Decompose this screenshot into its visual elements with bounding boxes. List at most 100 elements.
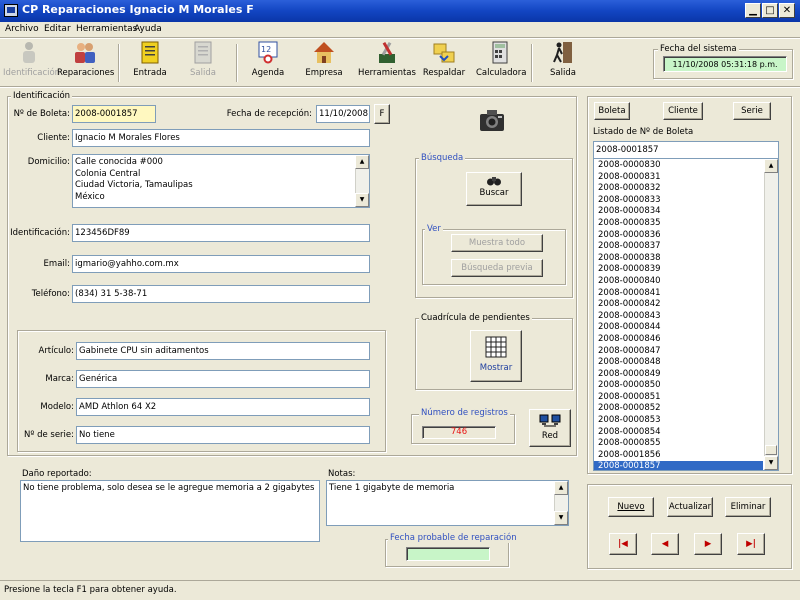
telefono-input[interactable]: (834) 31 5-38-71 (72, 285, 370, 303)
toolbar-label: Salida (190, 68, 216, 78)
toolbar-empresa[interactable]: Empresa (300, 40, 348, 84)
app-icon[interactable] (4, 4, 18, 17)
list-item[interactable]: 2008-0000849 (594, 369, 763, 381)
buscar-button[interactable]: Buscar (466, 172, 522, 206)
fecha-picker-button[interactable]: F (374, 104, 390, 124)
list-item[interactable]: 2008-0000853 (594, 415, 763, 427)
toolbar-label: Herramientas (358, 68, 416, 78)
listbox-scrollbar[interactable] (764, 159, 778, 470)
list-item[interactable]: 2008-0001856 (594, 450, 763, 462)
scroll-down-arrow-icon[interactable]: ▼ (554, 511, 568, 525)
boleta-listbox[interactable]: 2008-0000830 2008-0000831 2008-0000832 2008… (593, 158, 779, 471)
danio-textarea[interactable]: No tiene problema, solo desea se le agre… (20, 480, 320, 542)
list-item[interactable]: 2008-0000832 (594, 183, 763, 195)
marca-input[interactable]: Genérica (76, 370, 370, 388)
nav-previous-button[interactable]: ◀ (651, 533, 679, 555)
nav-next-button[interactable]: ▶ (694, 533, 722, 555)
marca-label: Marca: (45, 374, 74, 384)
email-input[interactable]: igmario@yahho.com.mx (72, 255, 370, 273)
fecha-recepcion-input[interactable]: 11/10/2008 (316, 105, 370, 123)
cliente-input[interactable]: Ignacio M Morales Flores (72, 129, 370, 147)
mostrar-button[interactable]: Mostrar (470, 330, 522, 382)
list-item[interactable]: 2008-0000846 (594, 334, 763, 346)
identificacion-doc-input[interactable]: 123456DF89 (72, 224, 370, 242)
list-item[interactable]: 2008-0000839 (594, 264, 763, 276)
eliminar-button[interactable]: Eliminar (725, 497, 771, 517)
list-item[interactable]: 2008-0000833 (594, 195, 763, 207)
articulo-input[interactable]: Gabinete CPU sin aditamentos (76, 342, 370, 360)
toolbar-salida-disabled[interactable]: Salida (180, 40, 226, 84)
maximize-button[interactable]: □ (762, 3, 778, 18)
list-item[interactable]: 2008-0000844 (594, 322, 763, 334)
toolbar-salida[interactable]: Salida (540, 40, 586, 84)
toolbar-label: Calculadora (476, 68, 527, 78)
list-item[interactable]: 2008-0000840 (594, 276, 763, 288)
scroll-up-arrow-icon[interactable]: ▲ (554, 481, 568, 495)
toolbar-entrada[interactable]: Entrada (127, 40, 173, 84)
next-record-icon: ▶ (704, 539, 712, 549)
toolbar-herramientas[interactable]: Herramientas (358, 40, 416, 84)
list-item[interactable]: 2008-0000855 (594, 438, 763, 450)
cliente-label: Cliente: (37, 133, 70, 143)
list-item[interactable]: 2008-0000847 (594, 346, 763, 358)
scroll-thumb[interactable] (765, 445, 777, 455)
scroll-down-arrow-icon[interactable]: ▼ (355, 193, 369, 207)
list-item[interactable]: 2008-0000830 (594, 160, 763, 172)
list-item[interactable]: 2008-0000841 (594, 288, 763, 300)
articulo-label: Artículo: (38, 346, 75, 356)
cliente-filter-button[interactable]: Cliente (663, 102, 703, 120)
close-button[interactable]: ✕ (779, 3, 795, 18)
list-item[interactable]: 2008-0000843 (594, 311, 763, 323)
serie-label: Nº de serie: (24, 430, 74, 440)
red-button[interactable]: Red (529, 409, 571, 447)
network-icon (539, 414, 561, 427)
clipboard-in-icon (141, 41, 159, 64)
serie-filter-button[interactable]: Serie (733, 102, 771, 120)
list-item[interactable]: 2008-0000834 (594, 206, 763, 218)
calculator-icon (492, 41, 508, 64)
busqueda-previa-button[interactable]: Búsqueda previa (451, 259, 543, 277)
toolbar-reparaciones[interactable]: Reparaciones (57, 40, 114, 84)
modelo-input[interactable]: AMD Athlon 64 X2 (76, 398, 370, 416)
list-item[interactable]: 2008-0000838 (594, 253, 763, 265)
minimize-button[interactable]: ▁ (745, 3, 761, 18)
list-item[interactable]: 2008-0001857 (594, 461, 763, 470)
toolbar-agenda[interactable]: 12 Agenda (245, 40, 291, 84)
toolbar-label: Respaldar (422, 68, 466, 78)
scroll-up-arrow-icon[interactable]: ▲ (764, 159, 778, 173)
toolbar-label: Agenda (251, 68, 285, 78)
list-item[interactable]: 2008-0000854 (594, 427, 763, 439)
toolbar-calculadora[interactable]: Calculadora (476, 40, 527, 84)
nav-first-button[interactable]: |◀ (609, 533, 637, 555)
list-item[interactable]: 2008-0000835 (594, 218, 763, 230)
notas-textarea[interactable]: Tiene 1 gigabyte de memoria (326, 480, 569, 526)
window-title: CP Reparaciones Ignacio M Morales F (22, 3, 254, 16)
listado-search-input[interactable]: 2008-0001857 (593, 141, 779, 159)
toolbar-respaldar[interactable]: Respaldar (421, 40, 467, 84)
boleta-input[interactable]: 2008-0001857 (72, 105, 156, 123)
list-item[interactable]: 2008-0000852 (594, 403, 763, 415)
muestra-todo-button[interactable]: Muestra todo (451, 234, 543, 252)
camera-icon[interactable] (478, 106, 506, 134)
menu-archivo[interactable]: Archivo (5, 24, 39, 34)
boleta-filter-button[interactable]: Boleta (594, 102, 630, 120)
list-item[interactable]: 2008-0000831 (594, 172, 763, 184)
list-item[interactable]: 2008-0000848 (594, 357, 763, 369)
nav-last-button[interactable]: ▶| (737, 533, 765, 555)
list-item[interactable]: 2008-0000850 (594, 380, 763, 392)
list-item[interactable]: 2008-0000837 (594, 241, 763, 253)
list-item[interactable]: 2008-0000851 (594, 392, 763, 404)
nuevo-button[interactable]: Nuevo (608, 497, 654, 517)
serie-input[interactable]: No tiene (76, 426, 370, 444)
toolbar-identificacion[interactable]: Identificación (3, 40, 60, 84)
scroll-up-arrow-icon[interactable]: ▲ (355, 155, 369, 169)
list-item[interactable]: 2008-0000836 (594, 230, 763, 242)
domicilio-textarea[interactable]: Calle conocida #000 Colonia Central Ciud… (72, 154, 370, 208)
scroll-down-arrow-icon[interactable]: ▼ (764, 456, 778, 470)
menu-editar[interactable]: Editar (44, 24, 71, 34)
registros-label: Número de registros (419, 408, 510, 418)
list-item[interactable]: 2008-0000842 (594, 299, 763, 311)
actualizar-button[interactable]: Actualizar (667, 497, 713, 517)
menu-ayuda[interactable]: Ayuda (134, 24, 162, 34)
menu-herramientas[interactable]: Herramientas (76, 24, 137, 34)
